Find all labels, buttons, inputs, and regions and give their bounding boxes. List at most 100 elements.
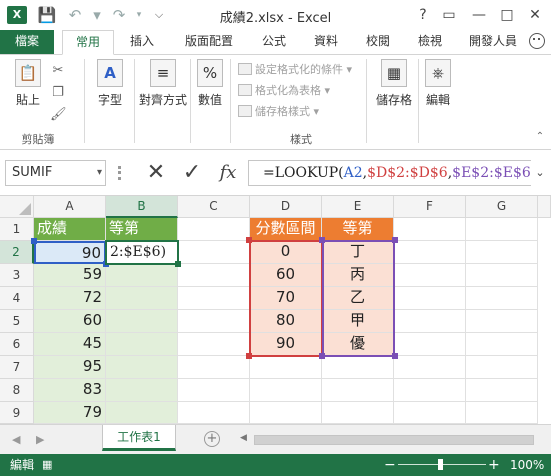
number-button[interactable]: % 數值 [192, 59, 228, 108]
cell-a6[interactable]: 45 [34, 333, 106, 356]
range-handle[interactable] [319, 237, 325, 243]
column-header-d[interactable]: D [250, 196, 322, 218]
zoom-level[interactable]: 100% [510, 454, 544, 476]
zoom-in-icon[interactable]: + [488, 454, 500, 476]
grid-cell[interactable] [394, 379, 466, 402]
format-painter-icon[interactable]: 🖌 [50, 107, 67, 123]
cell-d2[interactable]: 0 [250, 241, 322, 264]
grid-cell[interactable] [394, 287, 466, 310]
cell-a2[interactable]: 90 [34, 241, 106, 264]
alignment-button[interactable]: ≡ 對齊方式 [138, 59, 188, 108]
cell-d5[interactable]: 80 [250, 310, 322, 333]
select-all-corner[interactable] [0, 196, 34, 218]
grid-cell[interactable] [394, 218, 466, 241]
cell-a5[interactable]: 60 [34, 310, 106, 333]
feedback-smiley-icon[interactable] [529, 33, 545, 49]
cell-e6[interactable]: 優 [322, 333, 394, 356]
grid-cell[interactable] [250, 402, 322, 424]
next-sheet-icon[interactable]: ▶ [36, 433, 44, 446]
grid-cell[interactable] [394, 310, 466, 333]
column-header-a[interactable]: A [34, 196, 106, 218]
active-cell-b2[interactable]: 2:$E$6) [105, 240, 179, 265]
paste-button[interactable]: 📋 貼上 [8, 59, 48, 108]
horizontal-scrollbar[interactable]: ◀ [240, 433, 542, 447]
grid-cell[interactable] [466, 379, 538, 402]
collapse-ribbon-icon[interactable]: ⌃ [532, 129, 548, 145]
cell-b3[interactable] [106, 264, 178, 287]
zoom-out-icon[interactable]: − [384, 454, 396, 476]
ribbon-options-button[interactable]: ▭ [436, 3, 462, 27]
insert-function-icon[interactable]: fx [214, 160, 242, 186]
name-box[interactable]: SUMIF ▾ [5, 160, 106, 186]
grid-cell[interactable] [466, 310, 538, 333]
enter-check-icon[interactable]: ✓ [178, 160, 206, 186]
row-header-1[interactable]: 1 [0, 218, 34, 241]
cell-b5[interactable] [106, 310, 178, 333]
grid-cell[interactable] [178, 356, 250, 379]
sheet-tab-1[interactable]: 工作表1 [102, 425, 176, 451]
tab-data[interactable]: 資料 [304, 30, 348, 54]
cell-d3[interactable]: 60 [250, 264, 322, 287]
cell-a1[interactable]: 成績 [34, 218, 106, 241]
tab-insert[interactable]: 插入 [120, 30, 164, 54]
close-button[interactable]: ✕ [522, 3, 548, 27]
cells-button[interactable]: ▦ 儲存格 [372, 59, 416, 108]
grid-cell[interactable] [178, 379, 250, 402]
grid-cell[interactable] [394, 402, 466, 424]
tab-review[interactable]: 校閱 [356, 30, 400, 54]
range-handle[interactable] [392, 237, 398, 243]
cell-styles-button[interactable]: 儲存格樣式 ▾ [238, 103, 319, 121]
tab-formulas[interactable]: 公式 [252, 30, 296, 54]
cell-e3[interactable]: 丙 [322, 264, 394, 287]
grid-cell[interactable] [394, 333, 466, 356]
cell-b6[interactable] [106, 333, 178, 356]
cell-a3[interactable]: 59 [34, 264, 106, 287]
scroll-left-icon[interactable]: ◀ [240, 433, 247, 443]
expand-formula-bar-icon[interactable]: ⌄ [531, 160, 549, 186]
grid-cell[interactable] [466, 264, 538, 287]
help-button[interactable]: ? [410, 3, 436, 27]
formula-input[interactable]: =LOOKUP(A2,$D$2:$D$6,$E$2:$E$6) [248, 160, 531, 186]
tab-page-layout[interactable]: 版面配置 [176, 30, 242, 54]
zoom-slider-thumb[interactable] [438, 459, 443, 470]
column-header-c[interactable]: C [178, 196, 250, 218]
grid-cell[interactable] [178, 402, 250, 424]
row-header-9[interactable]: 9 [0, 402, 34, 424]
prev-sheet-icon[interactable]: ◀ [12, 433, 20, 446]
grid-cell[interactable] [322, 379, 394, 402]
cut-icon[interactable]: ✂ [50, 63, 66, 79]
column-header-f[interactable]: F [394, 196, 466, 218]
cell-a9[interactable]: 79 [34, 402, 106, 424]
grid-cell[interactable] [394, 356, 466, 379]
cell-d1[interactable]: 分數區間 [250, 218, 322, 241]
fill-handle[interactable] [175, 261, 181, 267]
cell-d6[interactable]: 90 [250, 333, 322, 356]
grid-cell[interactable] [250, 356, 322, 379]
cell-b7[interactable] [106, 356, 178, 379]
cell-e4[interactable]: 乙 [322, 287, 394, 310]
tab-home[interactable]: 常用 [62, 30, 114, 55]
row-header-3[interactable]: 3 [0, 264, 34, 287]
column-header-e[interactable]: E [322, 196, 394, 218]
cell-b4[interactable] [106, 287, 178, 310]
row-header-2[interactable]: 2 [0, 241, 34, 264]
grid-cell[interactable] [466, 218, 538, 241]
column-header-g[interactable]: G [466, 196, 538, 218]
minimize-button[interactable]: — [466, 3, 492, 27]
grid-cell[interactable] [322, 402, 394, 424]
conditional-formatting-button[interactable]: 設定格式化的條件 ▾ [238, 61, 352, 79]
column-header-b[interactable]: B [106, 196, 178, 218]
editing-button[interactable]: ⎈ 編輯 [420, 59, 456, 108]
grid-cell[interactable] [394, 241, 466, 264]
grid-cell[interactable] [178, 287, 250, 310]
cell-a4[interactable]: 72 [34, 287, 106, 310]
grid-cell[interactable] [466, 356, 538, 379]
grid-cell[interactable] [466, 402, 538, 424]
cell-d4[interactable]: 70 [250, 287, 322, 310]
grid-cell[interactable] [178, 310, 250, 333]
grid-cell[interactable] [178, 333, 250, 356]
worksheet-grid[interactable]: A B C D E F G 1 2 3 4 5 6 7 8 9 成績 等第 分數… [0, 196, 551, 424]
format-as-table-button[interactable]: 格式化為表格 ▾ [238, 82, 330, 100]
grid-cell[interactable] [394, 264, 466, 287]
row-header-4[interactable]: 4 [0, 287, 34, 310]
